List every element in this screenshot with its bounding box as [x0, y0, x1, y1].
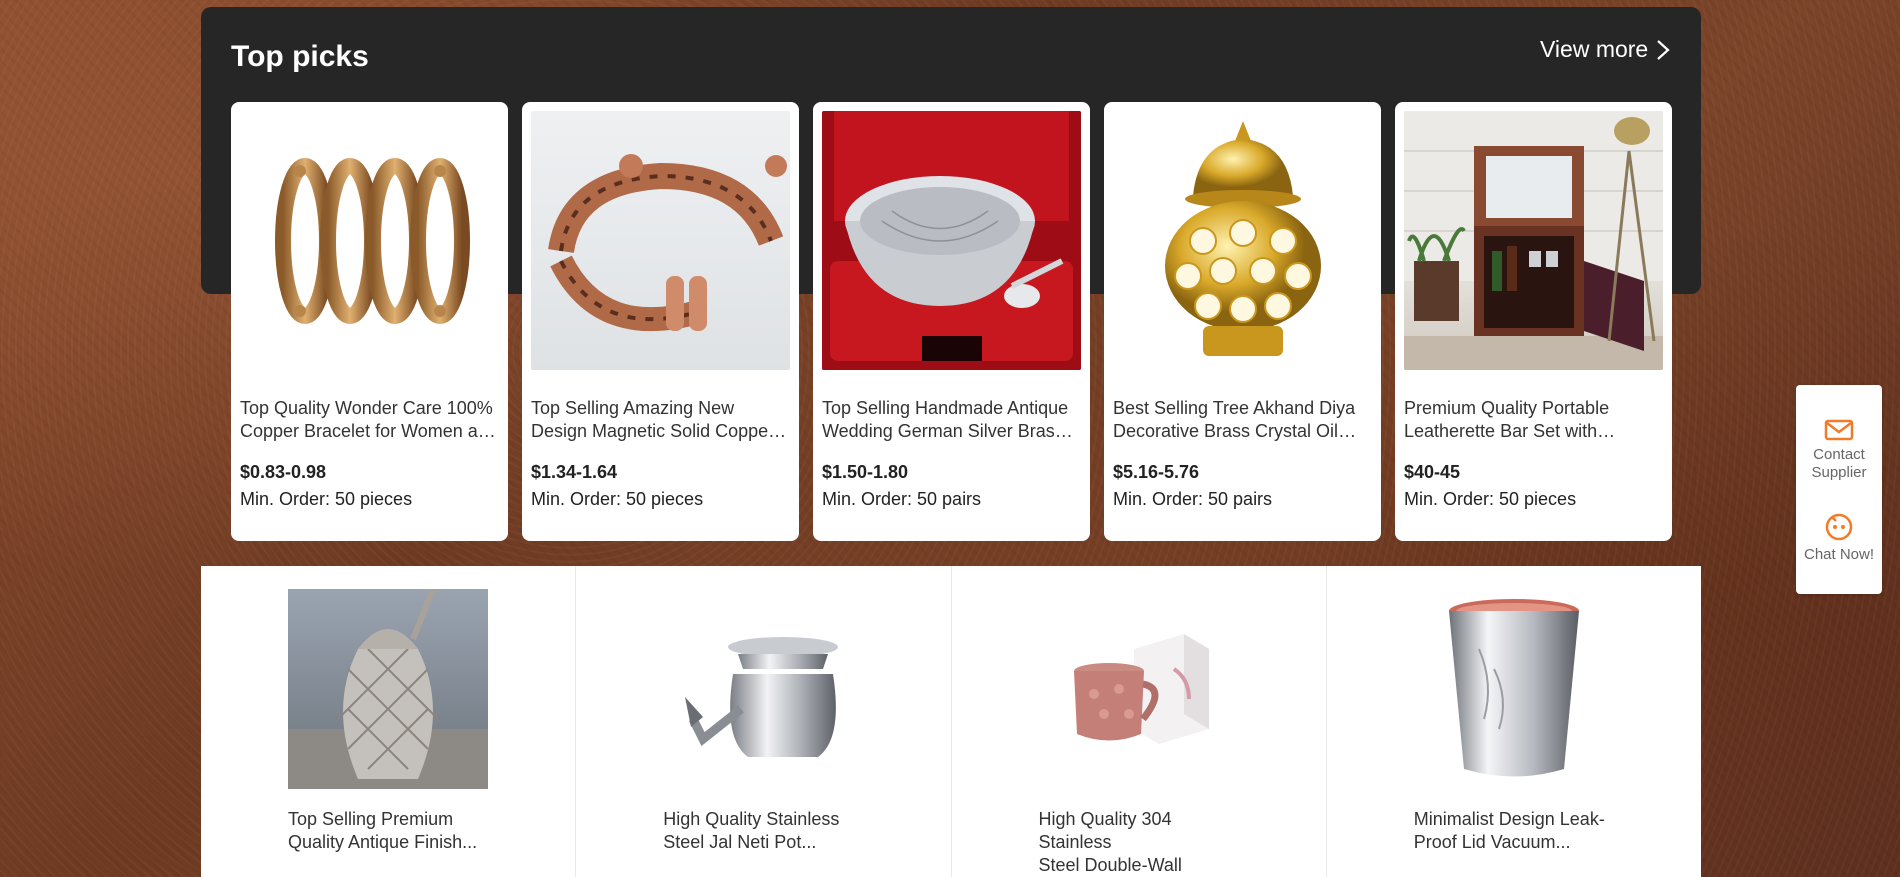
envelope-icon [1824, 419, 1854, 441]
product-title: Best Selling Tree Akhand Diya Decorative… [1113, 398, 1356, 441]
contact-supplier-button[interactable]: Contact Supplier [1796, 418, 1882, 482]
chat-now-button[interactable]: Chat Now! [1796, 512, 1882, 564]
chat-now-label: Chat Now! [1803, 546, 1875, 563]
product-title: Top Quality Wonder Care 100% Copper Brac… [240, 398, 498, 441]
copper-bracelets-image [240, 111, 499, 370]
copper-mug-image [1038, 589, 1239, 789]
chat-face-icon [1825, 513, 1853, 541]
silver-bowl-image [822, 111, 1081, 370]
floating-contact-widget: Contact Supplier Chat Now! [1796, 385, 1882, 594]
steel-tumbler-image [1413, 589, 1614, 789]
contact-label-line2: Supplier [1811, 464, 1867, 481]
product-title: Minimalist Design Leak- Proof Lid Vacuum… [1413, 809, 1605, 852]
product-min-order: Min. Order: 50 pieces [1404, 489, 1577, 509]
product-min-order: Min. Order: 50 pairs [822, 489, 982, 509]
product-price: $0.83-0.98 [240, 462, 327, 482]
product-tile[interactable]: High Quality 304 Stainless Steel Double-… [952, 566, 1327, 877]
contact-label-line1: Contact [1813, 446, 1865, 463]
product-min-order: Min. Order: 50 pieces [531, 489, 704, 509]
product-title: Premium Quality Portable Leatherette Bar… [1404, 398, 1610, 441]
product-title: High Quality 304 Stainless Steel Double-… [1038, 809, 1182, 875]
view-more-link[interactable]: View more [1540, 36, 1672, 63]
top-picks-list: Top Quality Wonder Care 100% Copper Brac… [231, 102, 1672, 541]
product-card[interactable]: Premium Quality Portable Leatherette Bar… [1395, 102, 1672, 541]
section-title: Top picks [231, 40, 369, 73]
product-card[interactable]: Top Quality Wonder Care 100% Copper Brac… [231, 102, 508, 541]
product-title: Top Selling Handmade Antique Wedding Ger… [822, 398, 1069, 441]
product-title: Top Selling Amazing New Design Magnetic … [531, 398, 775, 441]
product-title: High Quality Stainless Steel Jal Neti Po… [663, 809, 840, 852]
product-tile[interactable]: Minimalist Design Leak- Proof Lid Vacuum… [1327, 566, 1701, 877]
copper-cuff-image [531, 111, 790, 370]
product-card[interactable]: Best Selling Tree Akhand Diya Decorative… [1104, 102, 1381, 541]
product-title: Top Selling Premium Quality Antique Fini… [288, 809, 478, 852]
product-min-order: Min. Order: 50 pairs [1113, 489, 1273, 509]
view-more-label: View more [1540, 36, 1649, 62]
more-products-panel: Top Selling Premium Quality Antique Fini… [201, 566, 1701, 877]
brass-diya-image [1113, 111, 1372, 370]
product-card[interactable]: Top Selling Amazing New Design Magnetic … [522, 102, 799, 541]
product-price: $1.50-1.80 [822, 462, 909, 482]
product-card[interactable]: Top Selling Handmade Antique Wedding Ger… [813, 102, 1090, 541]
bar-set-image [1404, 111, 1663, 370]
product-price: $40-45 [1404, 462, 1461, 482]
product-tile[interactable]: High Quality Stainless Steel Jal Neti Po… [576, 566, 952, 877]
chevron-right-icon [1657, 39, 1670, 60]
product-price: $1.34-1.64 [531, 462, 618, 482]
pineapple-tumbler-image [288, 589, 488, 789]
product-price: $5.16-5.76 [1113, 462, 1200, 482]
neti-pot-image [663, 589, 864, 789]
product-min-order: Min. Order: 50 pieces [240, 489, 413, 509]
product-tile[interactable]: Top Selling Premium Quality Antique Fini… [201, 566, 577, 877]
